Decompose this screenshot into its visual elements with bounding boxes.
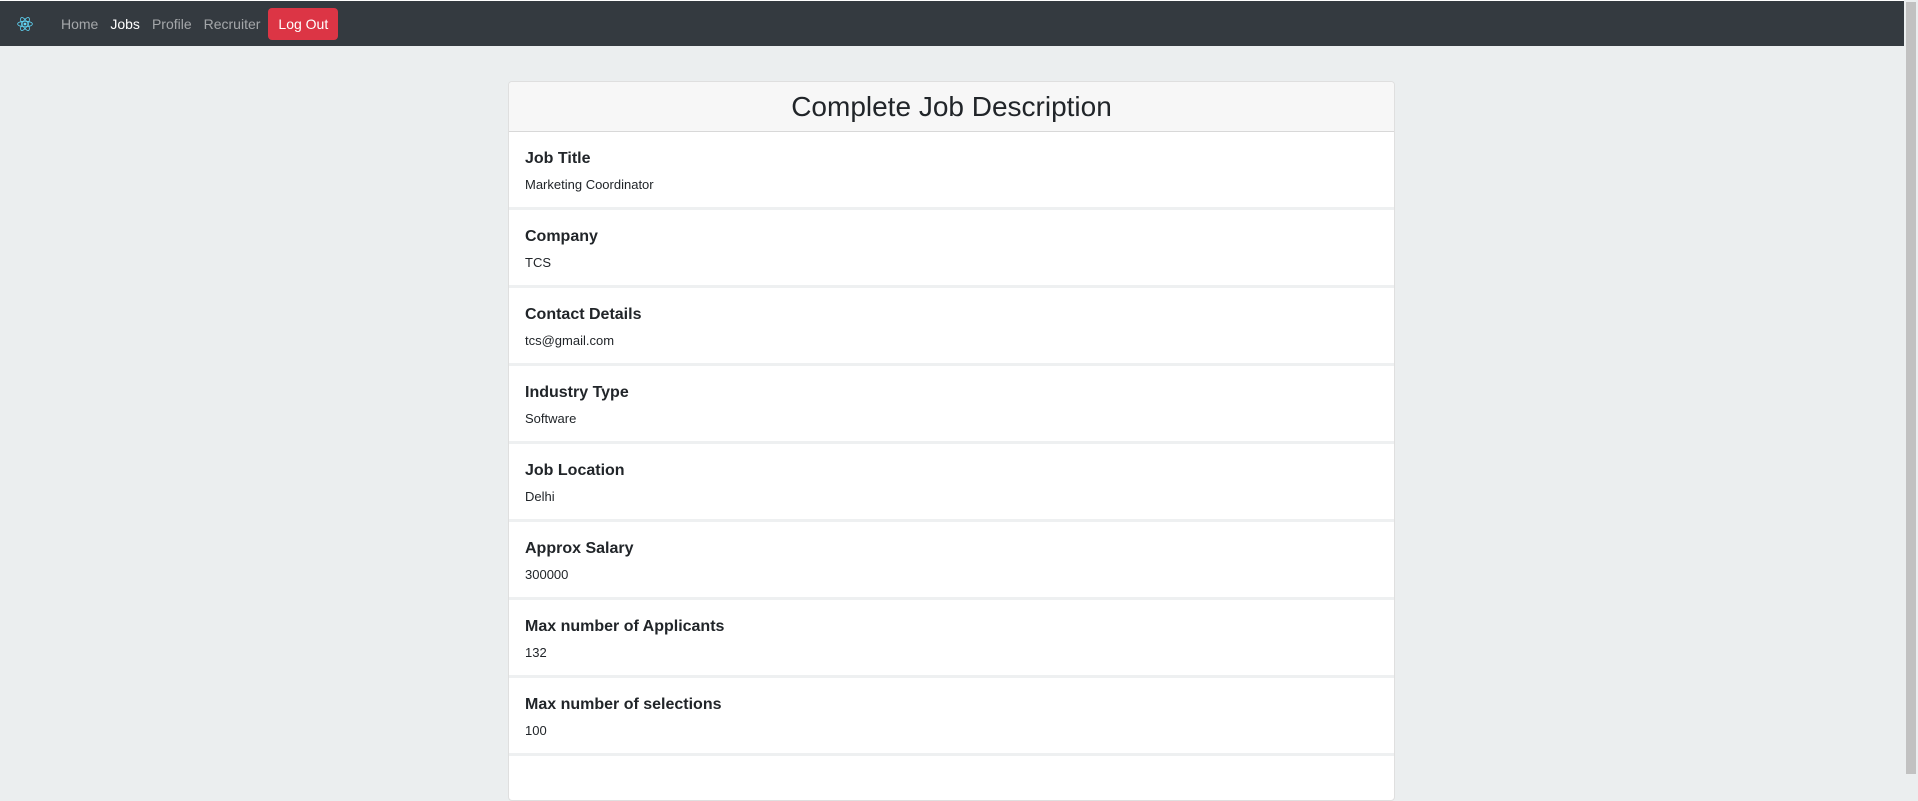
field-approx-salary: Approx Salary 300000 xyxy=(509,522,1394,600)
field-label: Job Title xyxy=(525,150,591,167)
top-navbar: Home Jobs Profile Recruiter Log Out xyxy=(0,0,1904,46)
field-value: Delhi xyxy=(525,489,555,504)
field-label: Max number of selections xyxy=(525,696,722,713)
field-label: Approx Salary xyxy=(525,540,634,557)
field-value: 300000 xyxy=(525,567,569,582)
field-job-location: Job Location Delhi xyxy=(509,444,1394,522)
nav-link-profile[interactable]: Profile xyxy=(146,1,198,47)
field-value: 100 xyxy=(525,723,547,738)
field-value: TCS xyxy=(525,255,551,270)
field-label: Max number of Applicants xyxy=(525,618,725,635)
nav-link-recruiter[interactable]: Recruiter xyxy=(198,1,267,47)
scrollbar-thumb[interactable] xyxy=(1906,2,1916,774)
nav-link-jobs[interactable]: Jobs xyxy=(104,1,146,47)
field-value: tcs@gmail.com xyxy=(525,333,615,348)
page-title: Complete Job Description xyxy=(791,90,1112,122)
field-label: Job Location xyxy=(525,462,625,479)
logout-button[interactable]: Log Out xyxy=(268,7,339,40)
nav-link-home[interactable]: Home xyxy=(55,1,104,47)
field-industry-type: Industry Type Software xyxy=(509,366,1394,444)
vertical-scrollbar[interactable] xyxy=(1904,0,1918,776)
field-max-applicants: Max number of Applicants 132 xyxy=(509,600,1394,678)
field-company: Company TCS xyxy=(509,210,1394,288)
card-header: Complete Job Description xyxy=(509,82,1394,132)
field-label: Industry Type xyxy=(525,384,629,401)
react-atom-icon[interactable] xyxy=(15,14,35,34)
field-value: 132 xyxy=(525,645,547,660)
field-max-selections: Max number of selections 100 xyxy=(509,678,1394,756)
field-value: Software xyxy=(525,411,577,426)
field-value: Marketing Coordinator xyxy=(525,177,654,192)
field-label: Company xyxy=(525,228,598,245)
job-description-card: Complete Job Description Job Title Marke… xyxy=(508,81,1395,801)
field-contact-details: Contact Details tcs@gmail.com xyxy=(509,288,1394,366)
field-job-title: Job Title Marketing Coordinator xyxy=(509,132,1394,210)
field-label: Contact Details xyxy=(525,306,642,323)
